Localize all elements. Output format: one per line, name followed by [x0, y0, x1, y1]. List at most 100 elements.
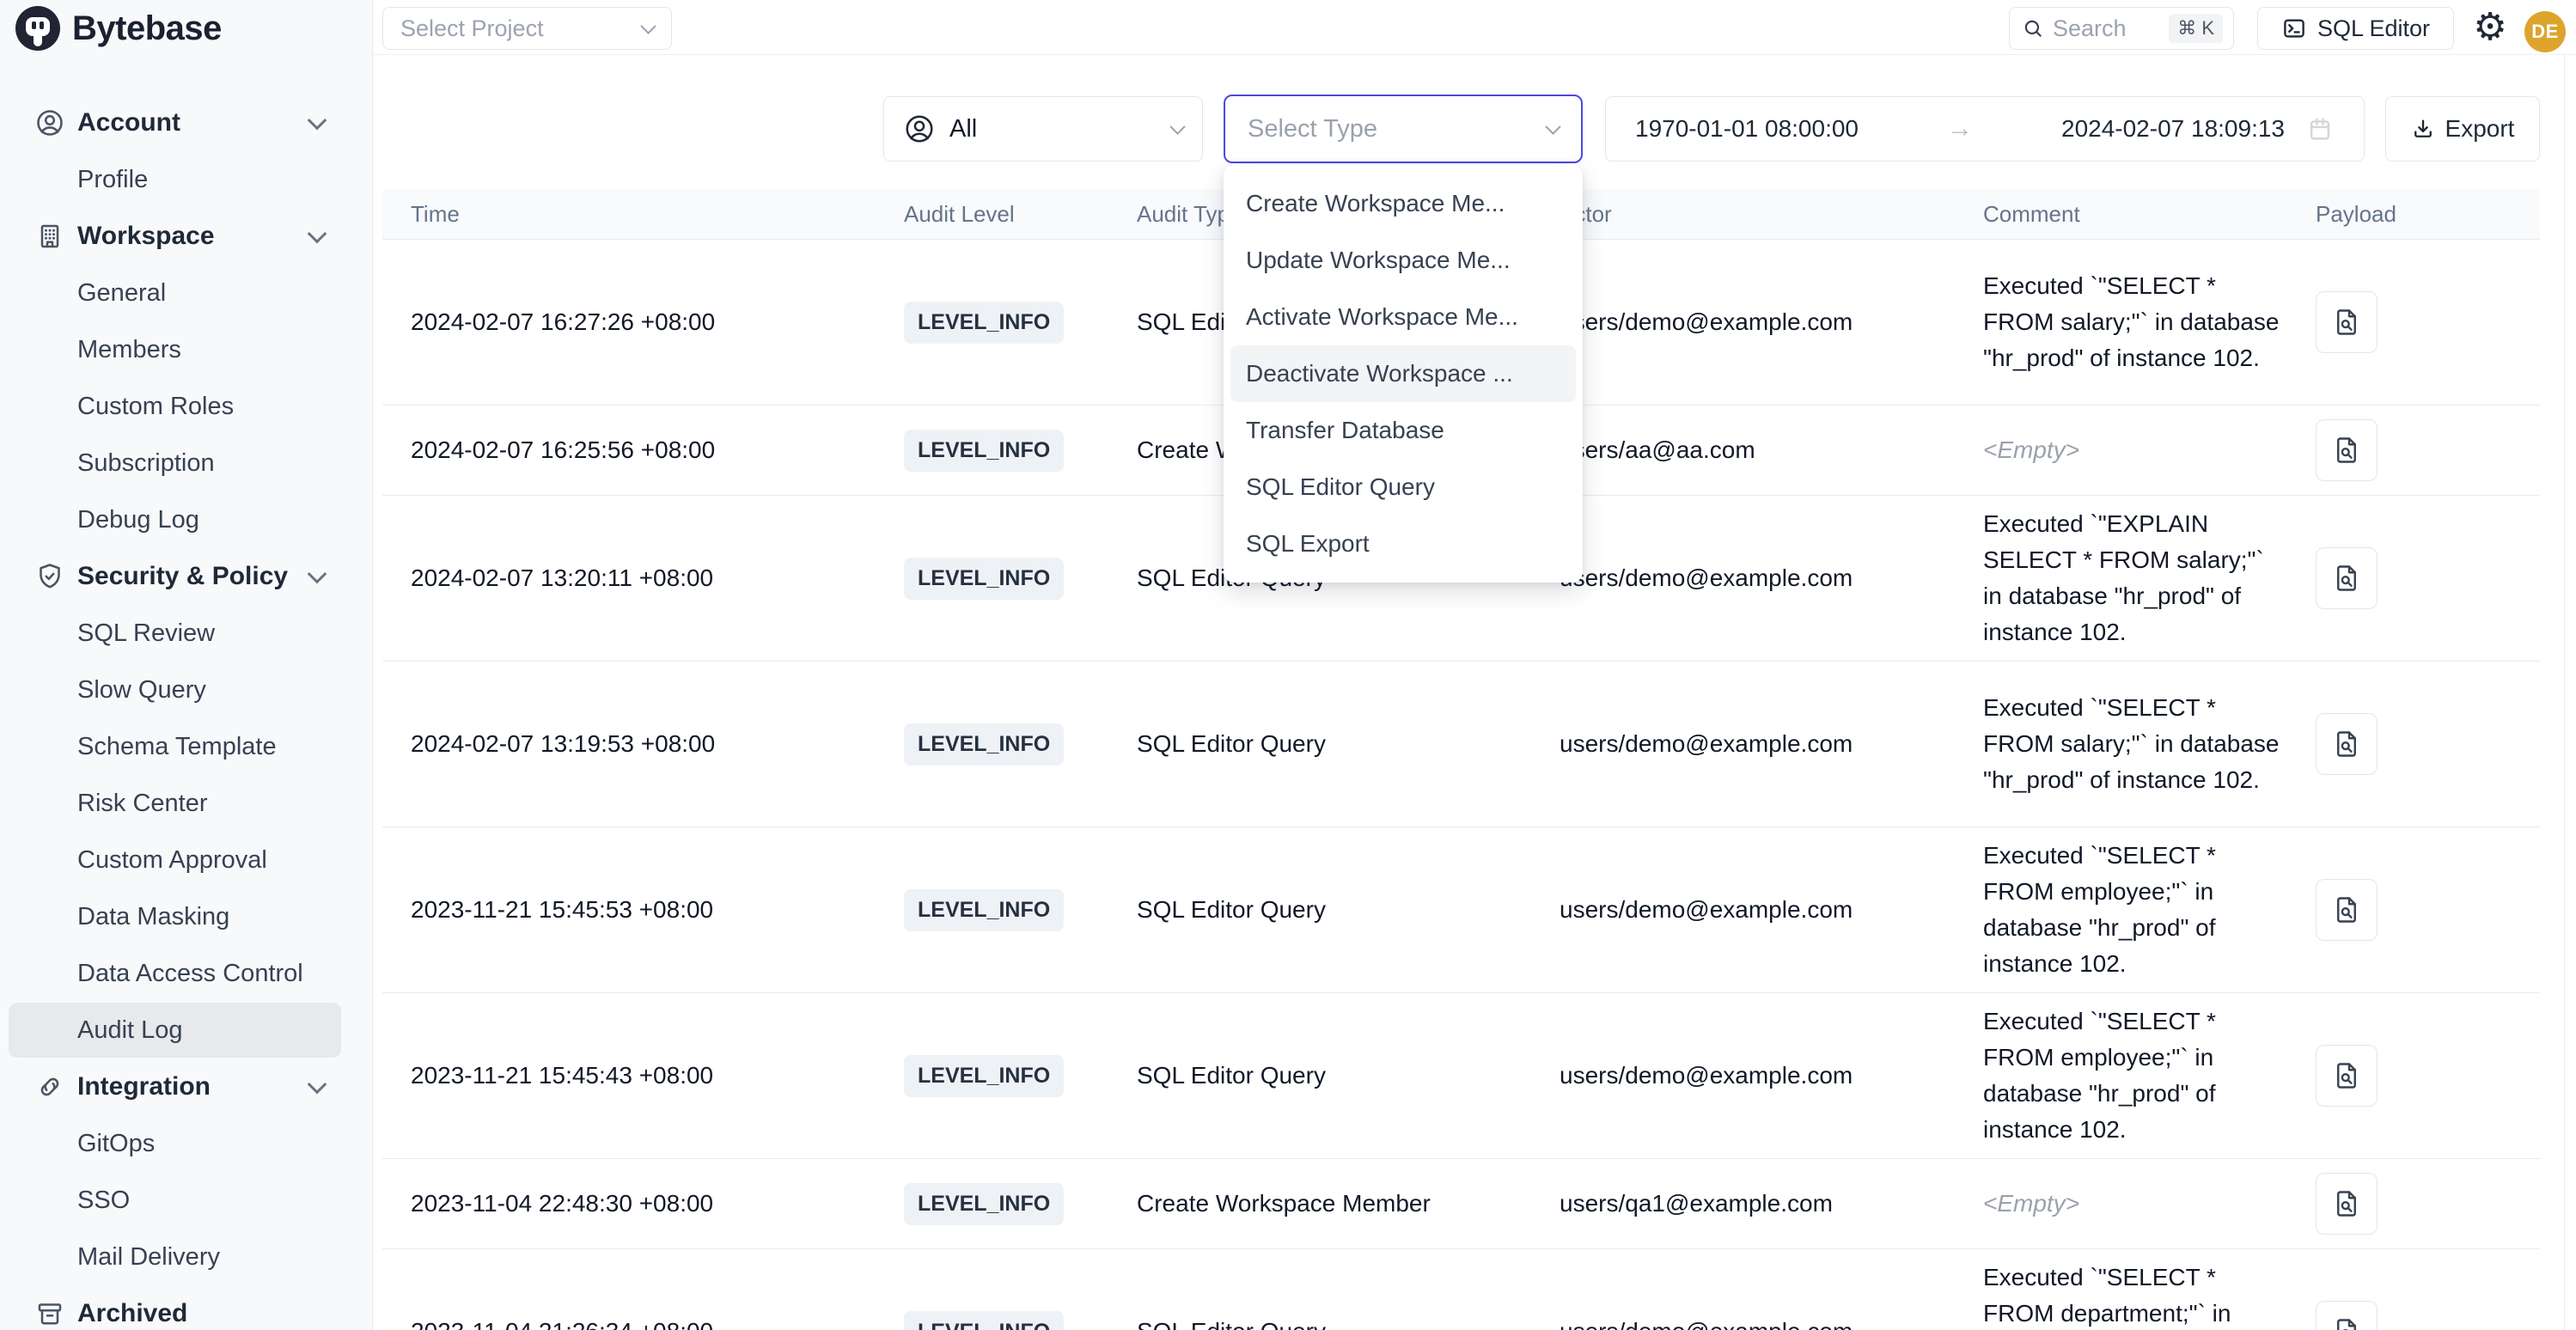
file-search-icon [2331, 729, 2362, 760]
file-search-icon [2331, 1316, 2362, 1330]
payload-cell [2286, 291, 2540, 353]
sidebar-item-label: Mail Delivery [77, 1243, 220, 1272]
type-filter-select[interactable]: Select Type [1224, 95, 1583, 163]
sidebar-item-sql-review[interactable]: SQL Review [0, 605, 372, 662]
actor-filter-select[interactable]: All [883, 96, 1203, 162]
sidebar-item-account[interactable]: Account [0, 95, 372, 151]
column-header-payload: Payload [2286, 201, 2540, 228]
user-circle-icon [903, 113, 936, 145]
sidebar-item-label: Schema Template [77, 733, 277, 761]
payload-view-button[interactable] [2316, 547, 2378, 609]
sidebar-item-debug-log[interactable]: Debug Log [0, 491, 372, 548]
table-row: 2023-11-21 15:45:53 +08:00LEVEL_INFOSQL … [382, 827, 2540, 993]
sidebar-item-risk-center[interactable]: Risk Center [0, 775, 372, 832]
gear-icon[interactable]: ⚙ [2468, 5, 2512, 50]
sidebar-item-label: Audit Log [77, 1016, 183, 1045]
sql-editor-button[interactable]: SQL Editor [2257, 7, 2454, 50]
payload-view-button[interactable] [2316, 1173, 2378, 1235]
menu-item-sql-editor-query[interactable]: SQL Editor Query [1230, 459, 1576, 516]
project-select[interactable]: Select Project [382, 7, 672, 50]
actor-cell: users/demo@example.com [1504, 1318, 1950, 1330]
sidebar-item-members[interactable]: Members [0, 321, 372, 378]
menu-item-update-workspace-me[interactable]: Update Workspace Me... [1230, 232, 1576, 289]
actor-cell: users/qa1@example.com [1504, 1190, 1950, 1217]
sidebar-item-general[interactable]: General [0, 265, 372, 321]
type-filter-menu: Create Workspace Me...Update Workspace M… [1224, 165, 1583, 583]
payload-view-button[interactable] [2316, 879, 2378, 941]
actor-filter-value: All [949, 115, 977, 143]
audit-type-cell: SQL Editor Query [1104, 896, 1504, 924]
payload-view-button[interactable] [2316, 1301, 2378, 1330]
shield-check-icon [34, 561, 65, 592]
search-icon [2022, 17, 2044, 40]
date-start-value[interactable]: 1970-01-01 08:00:00 [1635, 115, 1859, 143]
brand-name: Bytebase [72, 9, 222, 48]
chevron-down-icon [308, 224, 327, 244]
sidebar-item-slow-query[interactable]: Slow Query [0, 662, 372, 718]
menu-item-create-workspace-me[interactable]: Create Workspace Me... [1230, 175, 1576, 232]
sidebar-item-data-masking[interactable]: Data Masking [0, 888, 372, 945]
table-row: 2023-11-04 22:48:30 +08:00LEVEL_INFOCrea… [382, 1159, 2540, 1249]
menu-item-deactivate-workspace[interactable]: Deactivate Workspace ... [1230, 345, 1576, 402]
file-search-icon [2331, 435, 2362, 466]
sidebar-item-audit-log[interactable]: Audit Log [0, 1002, 372, 1059]
sidebar-item-label: Archived [77, 1299, 187, 1328]
sidebar-item-archived[interactable]: Archived [0, 1285, 372, 1330]
time-cell: 2023-11-04 22:48:30 +08:00 [382, 1190, 872, 1217]
menu-item-activate-workspace-me[interactable]: Activate Workspace Me... [1230, 289, 1576, 345]
menu-item-transfer-database[interactable]: Transfer Database [1230, 402, 1576, 459]
sidebar-item-label: Subscription [77, 449, 215, 478]
sidebar-item-label: Risk Center [77, 790, 208, 818]
time-cell: 2024-02-07 13:19:53 +08:00 [382, 730, 872, 758]
sidebar-item-mail-delivery[interactable]: Mail Delivery [0, 1229, 372, 1285]
audit-level-cell: LEVEL_INFO [872, 558, 1104, 600]
terminal-icon [2281, 15, 2307, 41]
calendar-icon[interactable] [2305, 114, 2335, 143]
export-button[interactable]: Export [2385, 96, 2540, 162]
audit-level-cell: LEVEL_INFO [872, 723, 1104, 766]
chevron-down-icon [308, 111, 327, 131]
payload-view-button[interactable] [2316, 1045, 2378, 1107]
sidebar-item-label: General [77, 279, 166, 308]
payload-view-button[interactable] [2316, 291, 2378, 353]
time-cell: 2023-11-21 15:45:53 +08:00 [382, 896, 872, 924]
bytebase-logo-icon [15, 6, 60, 51]
sidebar-item-data-access-control[interactable]: Data Access Control [0, 945, 372, 1002]
sidebar-item-workspace[interactable]: Workspace [0, 208, 372, 265]
time-cell: 2024-02-07 13:20:11 +08:00 [382, 564, 872, 592]
search-input[interactable]: Search ⌘ K [2009, 7, 2234, 50]
column-header-comment: Comment [1950, 201, 2286, 228]
search-shortcut-badge: ⌘ K [2169, 14, 2223, 43]
brand-logo[interactable]: Bytebase [15, 5, 222, 52]
sidebar-item-schema-template[interactable]: Schema Template [0, 718, 372, 775]
download-icon [2411, 117, 2435, 141]
menu-item-sql-export[interactable]: SQL Export [1230, 516, 1576, 572]
sidebar-item-profile[interactable]: Profile [0, 151, 372, 208]
chevron-down-icon [640, 18, 656, 34]
avatar[interactable]: DE [2524, 11, 2566, 52]
sidebar-item-custom-roles[interactable]: Custom Roles [0, 378, 372, 435]
sidebar-item-label: Security & Policy [77, 562, 288, 591]
file-search-icon [2331, 307, 2362, 338]
comment-cell: <Empty> [1950, 1186, 2286, 1222]
payload-view-button[interactable] [2316, 419, 2378, 481]
time-cell: 2024-02-07 16:25:56 +08:00 [382, 436, 872, 464]
chevron-down-icon [308, 564, 327, 584]
link-icon [34, 1071, 65, 1102]
payload-cell [2286, 547, 2540, 609]
sidebar-item-custom-approval[interactable]: Custom Approval [0, 832, 372, 888]
sql-editor-label: SQL Editor [2317, 15, 2430, 42]
actor-cell: users/demo@example.com [1504, 730, 1950, 758]
sidebar-item-security-policy[interactable]: Security & Policy [0, 548, 372, 605]
sidebar-item-gitops[interactable]: GitOps [0, 1115, 372, 1172]
date-range-picker[interactable]: 1970-01-01 08:00:00 → 2024-02-07 18:09:1… [1605, 96, 2365, 162]
sidebar-item-integration[interactable]: Integration [0, 1059, 372, 1115]
payload-view-button[interactable] [2316, 713, 2378, 775]
audit-level-cell: LEVEL_INFO [872, 889, 1104, 931]
file-search-icon [2331, 894, 2362, 925]
payload-cell [2286, 1301, 2540, 1330]
sidebar-item-sso[interactable]: SSO [0, 1172, 372, 1229]
date-end-value[interactable]: 2024-02-07 18:09:13 [2061, 115, 2285, 143]
sidebar-item-subscription[interactable]: Subscription [0, 435, 372, 491]
level-badge: LEVEL_INFO [904, 558, 1064, 600]
